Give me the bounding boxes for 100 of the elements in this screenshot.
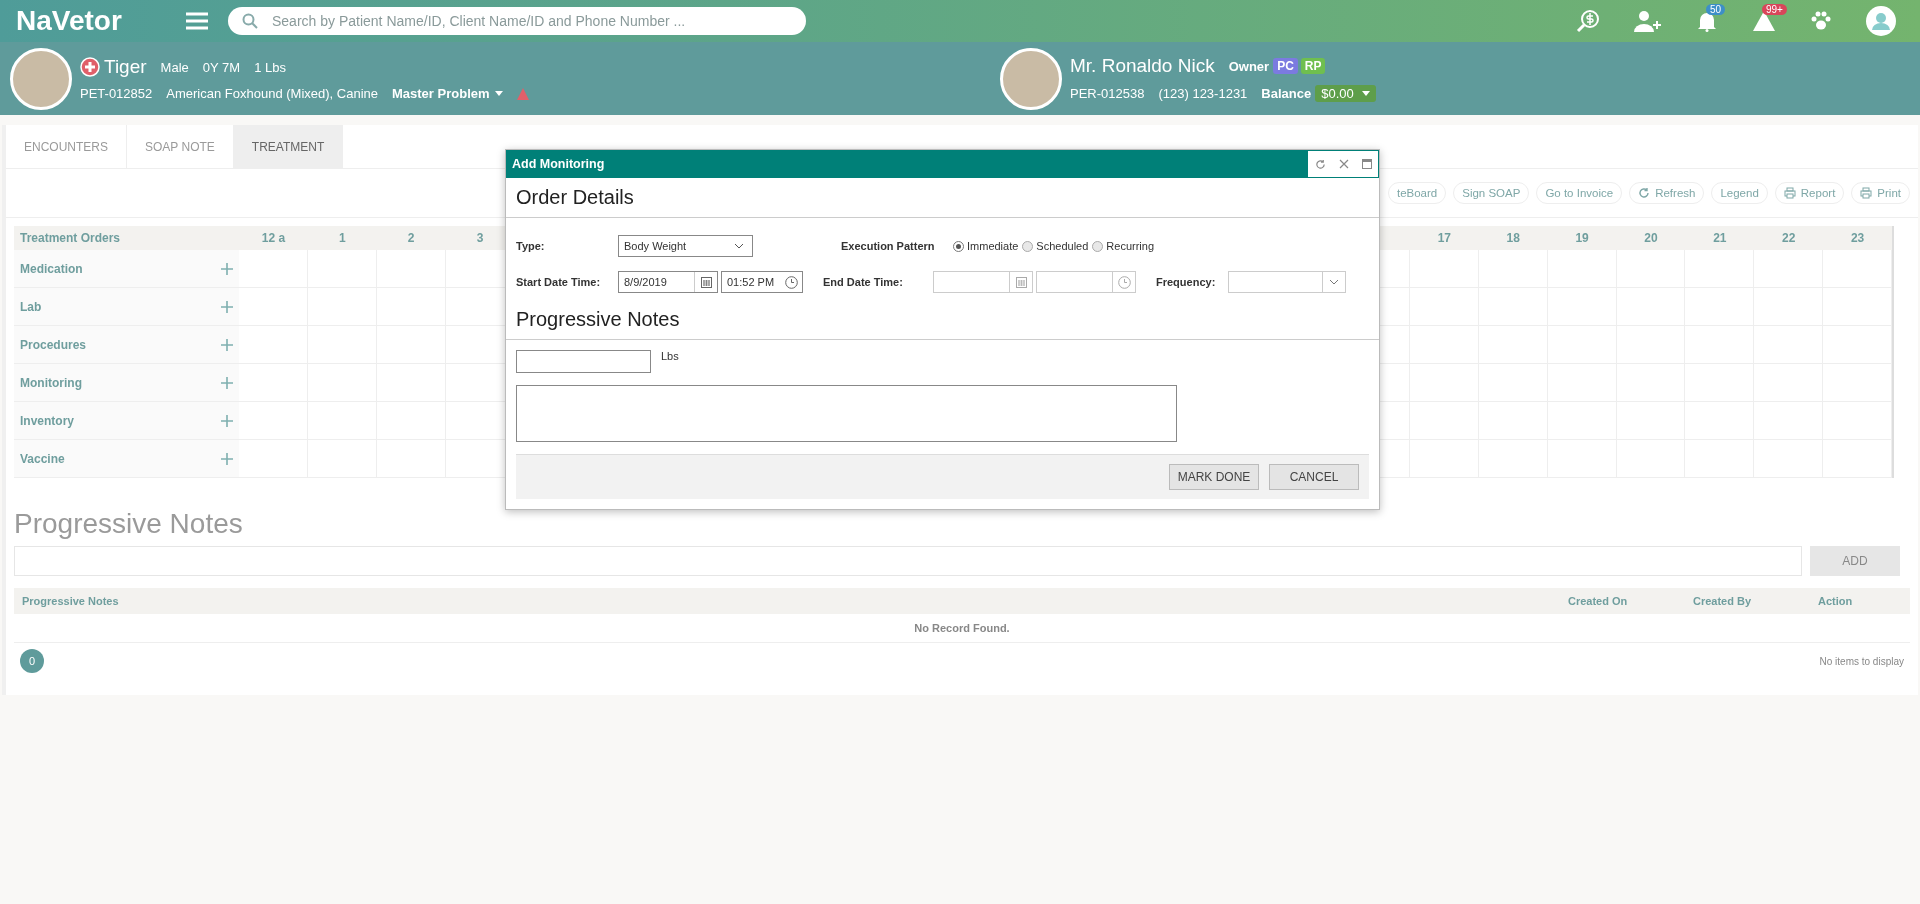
add-user-icon[interactable] <box>1634 10 1662 32</box>
field-label: Execution Pattern <box>841 240 936 252</box>
empty-message: No Record Found. <box>14 614 1910 643</box>
owner-tag: PC <box>1273 58 1298 74</box>
hour-header: 20 <box>1616 226 1686 250</box>
hour-header: 23 <box>1823 226 1892 250</box>
alert-badge: 99+ <box>1762 4 1787 15</box>
date-field[interactable]: 8/9/2019 <box>618 271 718 293</box>
balance-dropdown[interactable]: $0.00 <box>1315 85 1376 102</box>
section-title: Progressive Notes <box>14 508 244 540</box>
refresh-icon[interactable] <box>1314 158 1326 170</box>
toolbar-button[interactable]: Go to Invoice <box>1536 182 1623 204</box>
hour-header: 21 <box>1685 226 1755 250</box>
toolbar-button[interactable]: Print <box>1851 182 1910 204</box>
chevron-icon <box>732 242 746 250</box>
owner-tag: RP <box>1300 58 1326 74</box>
dialog-button[interactable]: CANCEL <box>1269 464 1359 490</box>
add-button[interactable] <box>221 338 233 351</box>
notification-badge: 50 <box>1706 4 1726 15</box>
close-icon[interactable] <box>1338 159 1349 169</box>
grid-cell <box>1823 288 1892 326</box>
add-button[interactable] <box>221 452 233 465</box>
field-label: Frequency: <box>1156 276 1217 288</box>
balance-label: Balance <box>1261 86 1312 101</box>
chevron-icon <box>1328 278 1340 286</box>
column-header: Created On <box>1567 595 1629 607</box>
hour-header: 12 a <box>239 226 308 250</box>
radio-button[interactable] <box>1092 240 1104 252</box>
refresh-icon <box>1638 187 1651 199</box>
category-label: Monitoring <box>20 375 82 390</box>
patient-sex: Male <box>160 59 189 75</box>
radio-label: Recurring <box>1106 240 1155 252</box>
time-field[interactable] <box>1036 271 1136 293</box>
grid-cell <box>1823 402 1892 440</box>
maximize-icon[interactable] <box>1361 159 1372 169</box>
coin-search-icon[interactable] <box>1576 9 1600 33</box>
medical-cross-icon <box>80 57 100 77</box>
toolbar-button[interactable]: teBoard <box>1387 182 1447 204</box>
calendar-icon <box>700 276 712 288</box>
radio-label: Immediate <box>967 240 1019 252</box>
hour-header: 19 <box>1547 226 1617 250</box>
section-title: Order Details <box>506 178 1379 218</box>
hour-header: 18 <box>1478 226 1548 250</box>
patient-age: 0Y 7M <box>202 59 241 75</box>
notes-textarea[interactable] <box>516 385 1177 442</box>
radio-label: Scheduled <box>1036 240 1089 252</box>
category-label: Lab <box>20 299 42 314</box>
category-label: Medication <box>20 261 83 276</box>
time-field[interactable]: 01:52 PM <box>721 271 803 293</box>
field-label: Type: <box>516 240 546 252</box>
category-label: Procedures <box>20 337 87 352</box>
date-field[interactable] <box>933 271 1033 293</box>
page-number[interactable]: 0 <box>20 649 44 673</box>
search-icon <box>242 13 258 29</box>
user-avatar-icon[interactable] <box>1866 6 1896 36</box>
printer-icon <box>1860 187 1873 199</box>
weight-input[interactable] <box>516 350 651 373</box>
warning-icon <box>516 87 529 100</box>
patient-id: PET-012852 <box>80 86 153 101</box>
add-button[interactable] <box>221 376 233 389</box>
owner-role: Owner <box>1228 58 1270 74</box>
caret-icon <box>1361 91 1370 96</box>
frequency-dropdown[interactable] <box>1228 271 1346 293</box>
add-button[interactable] <box>221 262 233 275</box>
unit-label: Lbs <box>661 350 679 362</box>
add-button[interactable] <box>221 414 233 427</box>
field-label: End Date Time: <box>823 276 904 288</box>
grid-title: Treatment Orders <box>14 226 239 250</box>
caret-icon <box>494 91 503 96</box>
search-field[interactable]: Search by Patient Name/ID, Client Name/ID and Phone Number ... <box>228 7 806 35</box>
tab[interactable]: TREATMENT <box>233 125 344 168</box>
menu-icon[interactable] <box>186 12 208 30</box>
master-problem-dropdown[interactable]: Master Problem <box>392 86 490 101</box>
hour-header: 1 <box>307 226 377 250</box>
note-input[interactable] <box>14 546 1802 576</box>
radio-button[interactable] <box>1022 240 1034 252</box>
grid-cell <box>1823 364 1892 402</box>
field-label: Start Date Time: <box>516 276 602 288</box>
column-header: Progressive Notes <box>21 595 120 607</box>
section-title: Progressive Notes <box>506 300 1379 340</box>
type-dropdown[interactable]: Body Weight <box>618 235 753 257</box>
grid-cell <box>1823 326 1892 364</box>
add-button[interactable]: ADD <box>1810 546 1900 576</box>
paw-icon[interactable] <box>1810 11 1832 31</box>
dialog-button[interactable]: MARK DONE <box>1169 464 1259 490</box>
calendar-icon <box>1015 276 1027 288</box>
app-logo: NaVetor <box>16 5 123 37</box>
hour-header: 22 <box>1754 226 1824 250</box>
toolbar-button[interactable]: Sign SOAP <box>1453 182 1530 204</box>
toolbar-button[interactable]: Report <box>1774 182 1845 204</box>
owner-name: Mr. Ronaldo Nick <box>1070 55 1215 77</box>
toolbar-button[interactable]: Refresh <box>1629 182 1705 204</box>
radio-button[interactable] <box>953 240 964 252</box>
printer-icon <box>1783 187 1796 199</box>
category-label: Inventory <box>20 413 74 428</box>
toolbar-button[interactable]: Legend <box>1711 182 1768 204</box>
patient-breed: American Foxhound (Mixed), Canine <box>166 86 378 101</box>
owner-phone: (123) 123-1231 <box>1158 86 1248 101</box>
add-button[interactable] <box>221 300 233 313</box>
hour-header: 2 <box>376 226 446 250</box>
